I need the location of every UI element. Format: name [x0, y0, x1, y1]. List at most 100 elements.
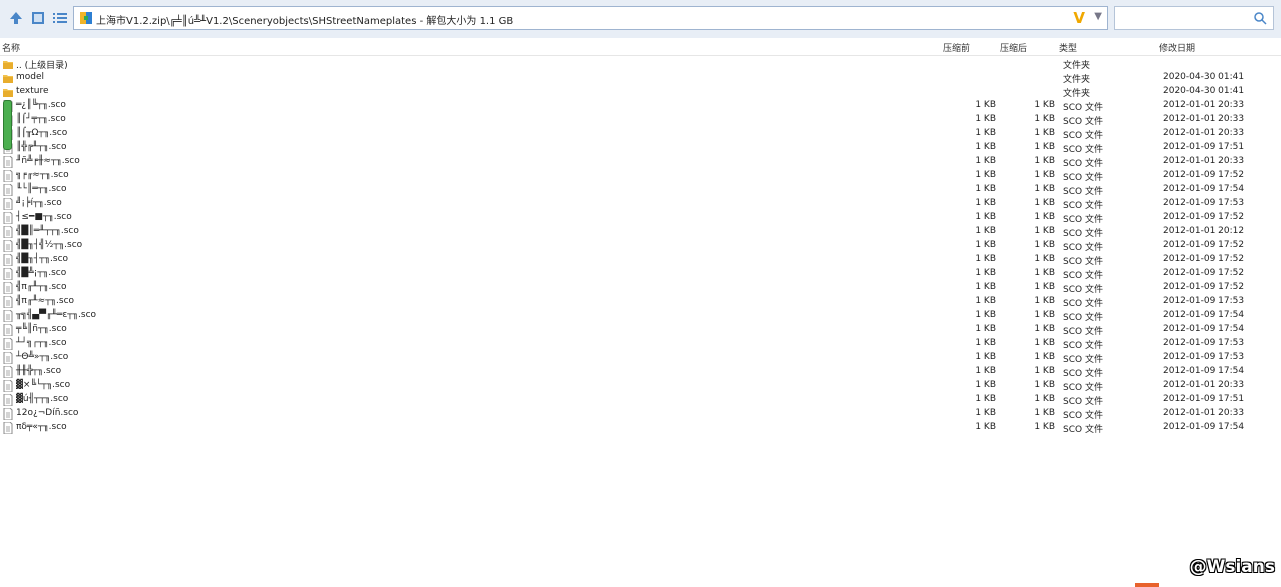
table-row[interactable]: ╝¡╞í┬╖.sco 1 KB 1 KB SCO 文件 2012-01-09 17:53	[0, 197, 1281, 211]
file-type: SCO 文件	[1063, 117, 1103, 127]
table-row[interactable]: ═¿║╚┬╖.sco 1 KB 1 KB SCO 文件 2012-01-01 20:33	[0, 99, 1281, 113]
table-row[interactable]: ║⌠┘╤┬╖.sco 1 KB 1 KB SCO 文件 2012-01-01 20:33	[0, 113, 1281, 127]
table-row[interactable]: ┤≤━■┬╖.sco 1 KB 1 KB SCO 文件 2012-01-09 17:52	[0, 211, 1281, 225]
file-date: 2012-01-09 17:51	[1163, 142, 1245, 152]
file-name: ▓×╚└┬╖.sco	[16, 380, 71, 390]
file-date: 2012-01-09 17:54	[1163, 324, 1245, 334]
file-size-before: 1 KB	[975, 296, 996, 306]
file-size-before: 1 KB	[975, 282, 996, 292]
file-icon	[3, 183, 13, 197]
file-name: ╥╗╣▄▀╓╨═ε┬╖.sco	[16, 310, 97, 320]
file-size-after: 1 KB	[1034, 212, 1055, 222]
v-logo-icon[interactable]: V	[1073, 9, 1085, 27]
file-size-after: 1 KB	[1034, 128, 1055, 138]
table-row[interactable]: 12o¿¬Díñ.sco 1 KB 1 KB SCO 文件 2012-01-01 20:…	[0, 407, 1281, 421]
column-date[interactable]: 修改日期	[1159, 41, 1195, 54]
file-date: 2012-01-01 20:33	[1163, 100, 1245, 110]
table-row[interactable]: ╣█║═╨┬┬╖.sco 1 KB 1 KB SCO 文件 2012-01-01 20:…	[0, 225, 1281, 239]
column-type[interactable]: 类型	[1059, 41, 1077, 54]
table-row[interactable]: model 文件夹 2020-04-30 01:41	[0, 71, 1281, 85]
file-date: 2012-01-09 17:53	[1163, 296, 1245, 306]
file-type: SCO 文件	[1063, 397, 1103, 407]
table-row[interactable]: ╣█╖┤╣½┬╖.sco 1 KB 1 KB SCO 文件 2012-01-09 17:…	[0, 239, 1281, 253]
file-size-after: 1 KB	[1034, 198, 1055, 208]
file-type: 文件夹	[1063, 89, 1091, 99]
file-size-after: 1 KB	[1034, 310, 1055, 320]
file-icon	[3, 211, 13, 225]
file-date: 2012-01-09 17:52	[1163, 282, 1245, 292]
file-type: SCO 文件	[1063, 257, 1103, 267]
view-icon[interactable]	[30, 11, 46, 25]
file-size-after: 1 KB	[1034, 296, 1055, 306]
file-size-after: 1 KB	[1034, 142, 1055, 152]
file-size-after: 1 KB	[1034, 282, 1055, 292]
file-name: ┴┘╗┌┬╖.sco	[16, 338, 67, 348]
file-date: 2012-01-09 17:52	[1163, 254, 1245, 264]
table-row[interactable]: ╫╫╬┬╖.sco 1 KB 1 KB SCO 文件 2012-01-09 17:54	[0, 365, 1281, 379]
table-row[interactable]: ╣█╖┤┬╖.sco 1 KB 1 KB SCO 文件 2012-01-09 17:52	[0, 253, 1281, 267]
file-size-before: 1 KB	[975, 352, 996, 362]
file-type: SCO 文件	[1063, 285, 1103, 295]
file-size-before: 1 KB	[975, 338, 996, 348]
file-size-after: 1 KB	[1034, 394, 1055, 404]
file-date: 2012-01-09 17:52	[1163, 240, 1245, 250]
folder-icon	[3, 72, 13, 84]
file-name: ╣█╖┤┬╖.sco	[16, 254, 69, 264]
file-icon	[3, 239, 13, 253]
table-row[interactable]: texture 文件夹 2020-04-30 01:41	[0, 85, 1281, 99]
table-row[interactable]: ┴Θ╩»┬╖.sco 1 KB 1 KB SCO 文件 2012-01-09 17:53	[0, 351, 1281, 365]
table-row[interactable]: ╜ñ╩╒╫≈┬╖.sco 1 KB 1 KB SCO 文件 2012-01-01 20:…	[0, 155, 1281, 169]
file-size-before: 1 KB	[975, 422, 996, 432]
file-name: ║⌠╥Ω┬╖.sco	[16, 128, 68, 138]
file-date: 2012-01-01 20:33	[1163, 128, 1245, 138]
file-name: ╫╫╬┬╖.sco	[16, 366, 62, 376]
up-arrow-icon[interactable]	[8, 11, 24, 25]
table-row[interactable]: πδ╤«┬╖.sco 1 KB 1 KB SCO 文件 2012-01-09 17:54	[0, 421, 1281, 435]
address-bar[interactable]: 上海市V1.2.zip\╔╧║ú╩╨V1.2\Sceneryobjects\SH…	[73, 6, 1108, 30]
table-row[interactable]: ╣█╩¡┬╖.sco 1 KB 1 KB SCO 文件 2012-01-09 17:52	[0, 267, 1281, 281]
table-row[interactable]: ║╬╔╨┬╖.sco 1 KB 1 KB SCO 文件 2012-01-09 17:51	[0, 141, 1281, 155]
file-name: ╣π╓╨┬╖.sco	[16, 282, 67, 292]
table-row[interactable]: ╣π╓╨≈┬╖.sco 1 KB 1 KB SCO 文件 2012-01-09 17:5…	[0, 295, 1281, 309]
chevron-down-icon[interactable]: ▼	[1094, 11, 1102, 22]
file-size-before: 1 KB	[975, 142, 996, 152]
file-name: model	[16, 72, 45, 82]
search-input[interactable]	[1118, 9, 1252, 29]
file-name: texture	[16, 86, 49, 96]
table-row[interactable]: ║⌠╥Ω┬╖.sco 1 KB 1 KB SCO 文件 2012-01-01 20:33	[0, 127, 1281, 141]
file-size-before: 1 KB	[975, 366, 996, 376]
table-row[interactable]: ╗╒╓≈┬╖.sco 1 KB 1 KB SCO 文件 2012-01-09 17:52	[0, 169, 1281, 183]
column-after[interactable]: 压缩后	[1000, 41, 1027, 54]
file-size-after: 1 KB	[1034, 324, 1055, 334]
file-name: ┤≤━■┬╖.sco	[16, 212, 72, 222]
table-row[interactable]: ▓×╚└┬╖.sco 1 KB 1 KB SCO 文件 2012-01-01 20:33	[0, 379, 1281, 393]
table-row[interactable]: ╣π╓╨┬╖.sco 1 KB 1 KB SCO 文件 2012-01-09 17:52	[0, 281, 1281, 295]
search-box[interactable]	[1114, 6, 1274, 30]
table-row[interactable]: ▓ú╢┬┬╖.sco 1 KB 1 KB SCO 文件 2012-01-09 17:51	[0, 393, 1281, 407]
file-date: 2012-01-09 17:52	[1163, 268, 1245, 278]
table-row[interactable]: ╙└║═┬╖.sco 1 KB 1 KB SCO 文件 2012-01-09 17:54	[0, 183, 1281, 197]
file-name: ╤╚║ñ┬╖.sco	[16, 324, 67, 334]
file-date: 2012-01-09 17:53	[1163, 198, 1245, 208]
file-name: ║⌠┘╤┬╖.sco	[16, 114, 66, 124]
file-size-after: 1 KB	[1034, 352, 1055, 362]
file-type: SCO 文件	[1063, 187, 1103, 197]
search-icon[interactable]	[1253, 11, 1267, 25]
file-size-after: 1 KB	[1034, 240, 1055, 250]
file-size-before: 1 KB	[975, 268, 996, 278]
column-before[interactable]: 压缩前	[943, 41, 970, 54]
table-row[interactable]: ╥╗╣▄▀╓╨═ε┬╖.sco 1 KB 1 KB SCO 文件 2012-01-09 …	[0, 309, 1281, 323]
column-name[interactable]: 名称	[2, 41, 20, 54]
file-size-after: 1 KB	[1034, 156, 1055, 166]
table-row[interactable]: .. (上级目录) 文件夹	[0, 57, 1281, 71]
file-icon	[3, 421, 13, 435]
file-date: 2012-01-01 20:33	[1163, 408, 1245, 418]
list-view-icon[interactable]	[52, 11, 68, 25]
file-size-after: 1 KB	[1034, 380, 1055, 390]
address-text: 上海市V1.2.zip\╔╧║ú╩╨V1.2\Sceneryobjects\SH…	[96, 16, 514, 27]
file-size-after: 1 KB	[1034, 422, 1055, 432]
table-row[interactable]: ╤╚║ñ┬╖.sco 1 KB 1 KB SCO 文件 2012-01-09 17:54	[0, 323, 1281, 337]
file-date: 2012-01-01 20:33	[1163, 114, 1245, 124]
table-row[interactable]: ┴┘╗┌┬╖.sco 1 KB 1 KB SCO 文件 2012-01-09 17:53	[0, 337, 1281, 351]
scroll-indicator[interactable]	[3, 100, 12, 150]
